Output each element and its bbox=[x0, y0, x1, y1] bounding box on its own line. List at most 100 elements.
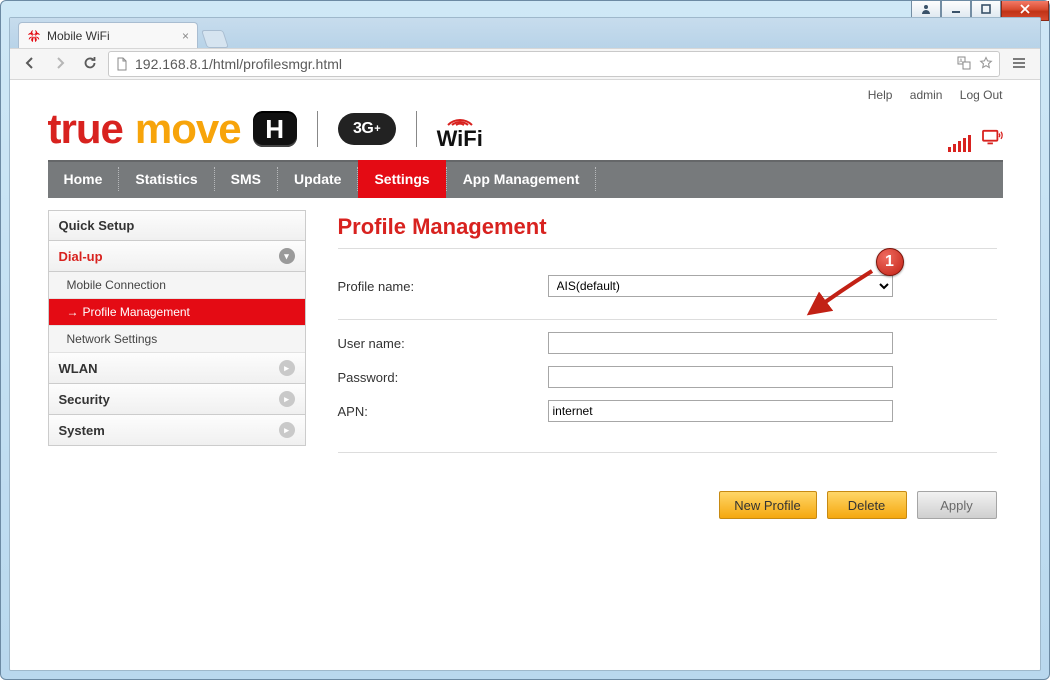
divider bbox=[317, 111, 318, 147]
account-link[interactable]: admin bbox=[910, 88, 943, 102]
divider bbox=[416, 111, 417, 147]
new-tab-button[interactable] bbox=[201, 30, 229, 48]
new-profile-button[interactable]: New Profile bbox=[719, 491, 817, 519]
nav-settings[interactable]: Settings bbox=[358, 160, 445, 198]
browser-frame: Mobile WiFi × bbox=[9, 17, 1041, 671]
sidebar-label: Security bbox=[59, 392, 110, 407]
bookmark-star-icon[interactable] bbox=[979, 56, 993, 73]
browser-tabstrip: Mobile WiFi × bbox=[10, 18, 1040, 48]
input-user-name[interactable] bbox=[548, 332, 893, 354]
logout-link[interactable]: Log Out bbox=[960, 88, 1003, 102]
maximize-icon bbox=[981, 4, 991, 17]
nav-label: Home bbox=[64, 171, 103, 187]
sidebar-security[interactable]: Security ▸ bbox=[48, 384, 306, 415]
router-admin-page: Help admin Log Out true move H 3G+ bbox=[48, 80, 1003, 519]
row-user-name: User name: bbox=[338, 332, 997, 354]
delete-button[interactable]: Delete bbox=[827, 491, 907, 519]
browser-tab-title: Mobile WiFi bbox=[47, 29, 110, 43]
content-row: Quick Setup Dial-up ▾ Mobile Connection … bbox=[48, 210, 1003, 519]
user-icon bbox=[921, 4, 931, 17]
minimize-icon bbox=[951, 4, 961, 17]
settings-sidebar: Quick Setup Dial-up ▾ Mobile Connection … bbox=[48, 210, 306, 519]
signal-strength-icon bbox=[948, 134, 971, 152]
sidebar-quick-setup[interactable]: Quick Setup bbox=[48, 210, 306, 241]
forward-button[interactable] bbox=[48, 52, 72, 76]
wifi-text: WiFi bbox=[437, 130, 483, 148]
nav-app-management[interactable]: App Management bbox=[447, 160, 596, 198]
sidebar-dialup[interactable]: Dial-up ▾ bbox=[48, 241, 306, 272]
window-titlebar bbox=[1, 1, 1049, 17]
sidebar-sub-label: Network Settings bbox=[67, 332, 158, 346]
sidebar-label: WLAN bbox=[59, 361, 98, 376]
tab-close-button[interactable]: × bbox=[182, 29, 189, 43]
sidebar-sub-label: Profile Management bbox=[83, 305, 190, 319]
sidebar-dialup-sub: Mobile Connection Profile Management Net… bbox=[48, 272, 306, 353]
sidebar-profile-management[interactable]: Profile Management bbox=[49, 299, 305, 326]
nav-sms[interactable]: SMS bbox=[215, 160, 277, 198]
nav-update[interactable]: Update bbox=[278, 160, 357, 198]
hamburger-icon bbox=[1011, 55, 1027, 74]
label-password: Password: bbox=[338, 370, 548, 385]
status-icons bbox=[948, 129, 1003, 152]
chevron-right-icon: ▸ bbox=[279, 422, 295, 438]
nav-label: Update bbox=[294, 171, 341, 187]
sidebar-label: System bbox=[59, 423, 105, 438]
help-link[interactable]: Help bbox=[868, 88, 893, 102]
logo-true: true bbox=[48, 108, 123, 150]
chevron-right-icon: ▸ bbox=[279, 391, 295, 407]
sidebar-system[interactable]: System ▸ bbox=[48, 415, 306, 446]
label-user-name: User name: bbox=[338, 336, 548, 351]
main-nav: Home Statistics SMS Update Settings App … bbox=[48, 160, 1003, 198]
close-icon bbox=[1020, 4, 1030, 17]
reload-icon bbox=[82, 55, 98, 74]
favicon-huawei-icon bbox=[27, 29, 41, 43]
row-profile-name: Profile name: AIS(default) bbox=[338, 275, 997, 297]
nav-statistics[interactable]: Statistics bbox=[119, 160, 213, 198]
url-input[interactable] bbox=[135, 56, 951, 72]
divider bbox=[338, 248, 997, 249]
back-button[interactable] bbox=[18, 52, 42, 76]
input-password[interactable] bbox=[548, 366, 893, 388]
browser-menu-button[interactable] bbox=[1006, 52, 1032, 76]
divider bbox=[338, 452, 997, 453]
reload-button[interactable] bbox=[78, 52, 102, 76]
nav-home[interactable]: Home bbox=[48, 160, 119, 198]
browser-tab[interactable]: Mobile WiFi × bbox=[18, 22, 198, 48]
arrow-right-icon bbox=[52, 55, 68, 74]
translate-icon[interactable]: A bbox=[957, 56, 971, 73]
label-apn: APN: bbox=[338, 404, 548, 419]
browser-toolbar: A bbox=[10, 48, 1040, 80]
sidebar-network-settings[interactable]: Network Settings bbox=[49, 326, 305, 353]
sidebar-label: Quick Setup bbox=[59, 218, 135, 233]
logo-move: move bbox=[135, 108, 241, 150]
top-link-bar: Help admin Log Out bbox=[48, 80, 1003, 106]
panel-title: Profile Management bbox=[338, 214, 997, 248]
sidebar-mobile-connection[interactable]: Mobile Connection bbox=[49, 272, 305, 299]
label-profile-name: Profile name: bbox=[338, 279, 548, 294]
chevron-down-icon: ▾ bbox=[279, 248, 295, 264]
connected-device-icon bbox=[981, 129, 1003, 152]
chevron-right-icon: ▸ bbox=[279, 360, 295, 376]
logo-h-badge: H bbox=[253, 111, 297, 147]
os-window: Mobile WiFi × bbox=[0, 0, 1050, 680]
address-bar[interactable]: A bbox=[108, 51, 1000, 77]
row-apn: APN: bbox=[338, 400, 997, 422]
button-row: New Profile Delete Apply bbox=[338, 477, 997, 519]
nav-label: SMS bbox=[231, 171, 261, 187]
profile-form: Profile name: AIS(default) User name: bbox=[338, 275, 997, 422]
sidebar-wlan[interactable]: WLAN ▸ bbox=[48, 353, 306, 384]
nav-label: App Management bbox=[463, 171, 580, 187]
brand-row: true move H 3G+ WiFi bbox=[48, 106, 1003, 156]
logo-3g-badge: 3G+ bbox=[338, 113, 396, 145]
logo-wifi: WiFi bbox=[437, 111, 483, 147]
arrow-left-icon bbox=[22, 55, 38, 74]
select-profile-name[interactable]: AIS(default) bbox=[548, 275, 893, 297]
nav-label: Settings bbox=[374, 171, 429, 187]
apply-button[interactable]: Apply bbox=[917, 491, 997, 519]
sidebar-sub-label: Mobile Connection bbox=[67, 278, 166, 292]
page-viewport: Help admin Log Out true move H 3G+ bbox=[10, 80, 1040, 670]
row-password: Password: bbox=[338, 366, 997, 388]
input-apn[interactable] bbox=[548, 400, 893, 422]
page-icon bbox=[115, 57, 129, 71]
profile-management-panel: Profile Management Profile name: AIS(def… bbox=[332, 210, 1003, 519]
